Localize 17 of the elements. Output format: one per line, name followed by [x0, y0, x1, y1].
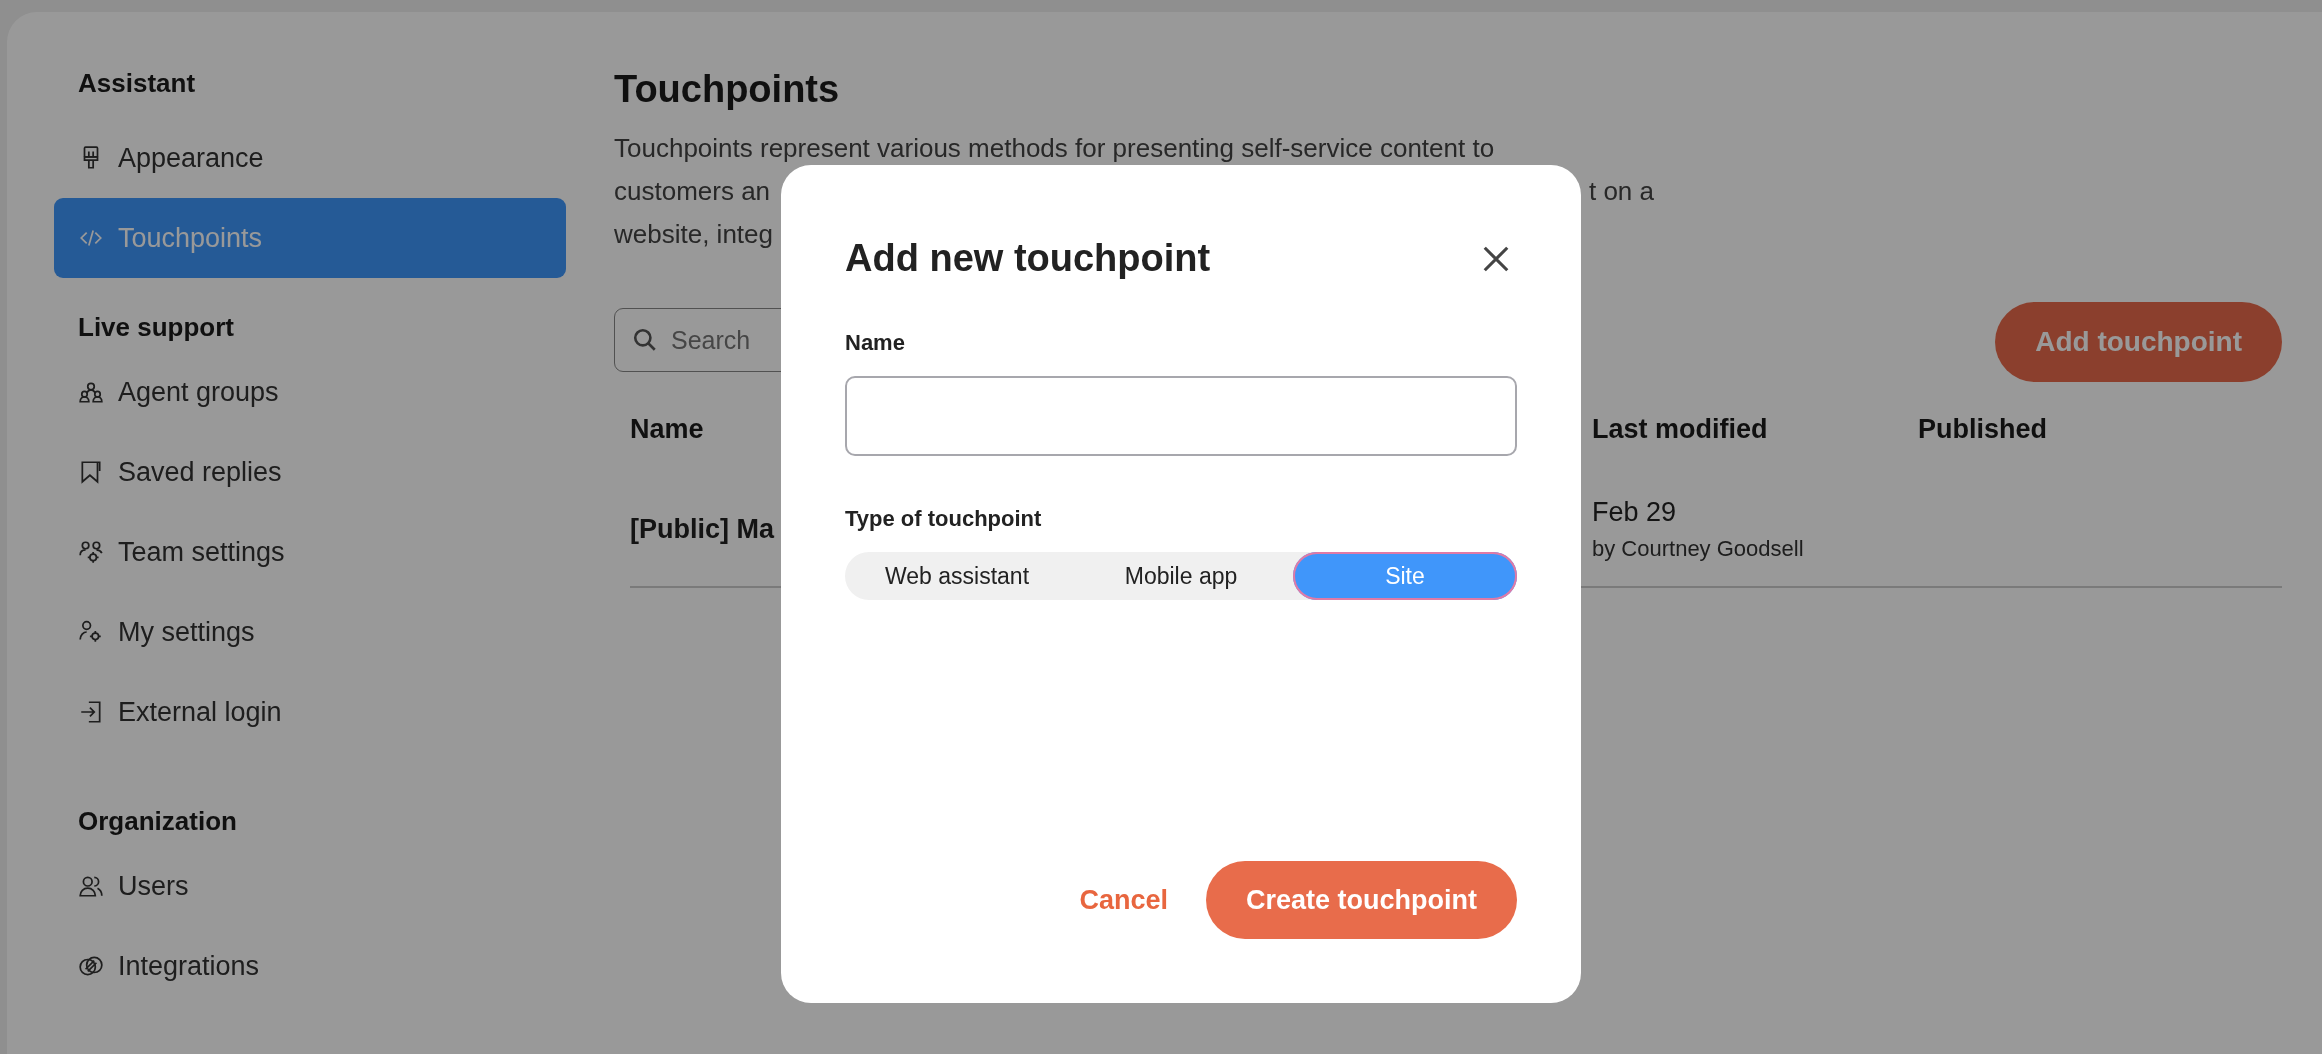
modified-by-text: by Courtney Goodsell	[1592, 536, 1805, 562]
table-cell-text: Feb 29	[1592, 497, 1678, 528]
field-label: Type of touchpoint	[845, 506, 1043, 532]
column-header: Last modified	[1592, 414, 1768, 445]
page-title: Touchpoints	[614, 68, 841, 111]
sidebar-section-title: Live support	[77, 311, 235, 344]
description-text: website, integ	[614, 218, 773, 251]
description-text: customers an	[614, 175, 771, 208]
column-header: Name	[630, 414, 704, 445]
table-cell: [Public] Ma	[630, 514, 774, 545]
description-text: t on a	[1588, 175, 1654, 208]
sidebar-section-title: Organization	[77, 805, 238, 838]
field-label: Name	[845, 330, 906, 356]
sidebar-section-title: Assistant	[77, 67, 197, 100]
modal-title: Add new touchpoint	[845, 237, 1211, 280]
column-header: Published	[1918, 414, 2047, 445]
description-text: Touchpoints represent various methods for presenting self-service content to	[614, 132, 1495, 165]
